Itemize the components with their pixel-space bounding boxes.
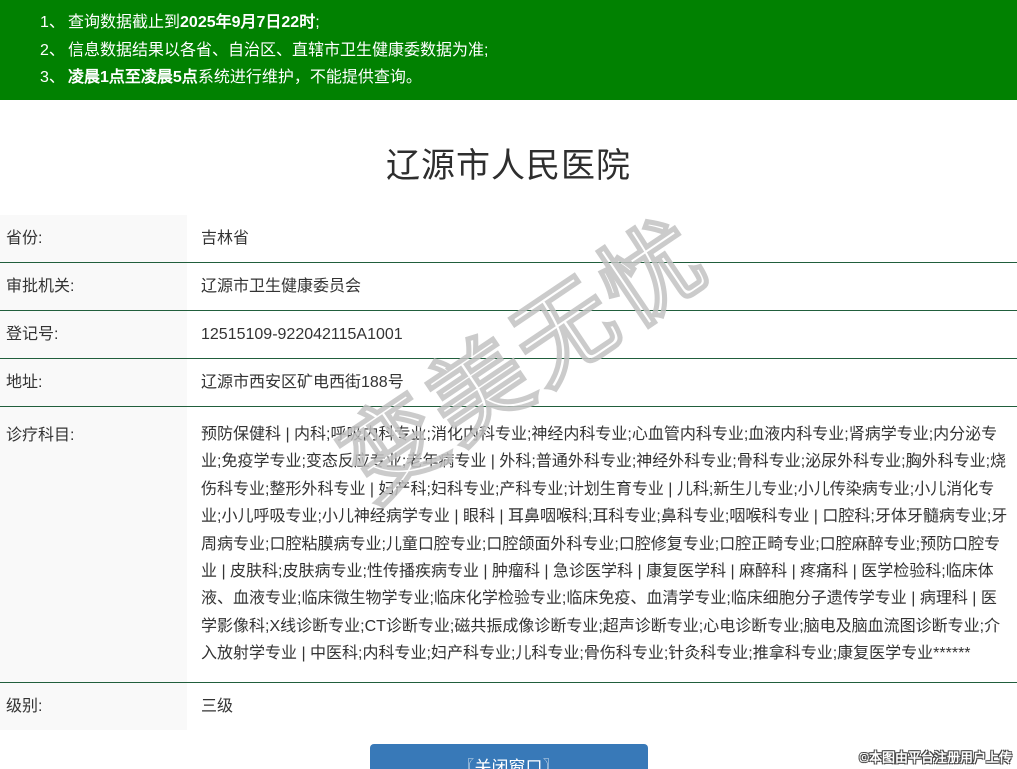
row-label: 地址: xyxy=(0,359,187,406)
notice-number: 1、 xyxy=(40,14,65,31)
row-value: 预防保健科 | 内科;呼吸内科专业;消化内科专业;神经内科专业;心血管内科专业;… xyxy=(201,426,1008,663)
notice-number: 2、 xyxy=(40,41,65,59)
notice-line: 1、 查询数据截止到2025年9月7日22时; xyxy=(40,9,1007,37)
close-window-button[interactable]: 〖关闭窗口〗 xyxy=(369,743,648,769)
notice-line: 2、 信息数据结果以各省、自治区、直辖市卫生健康委数据为准; xyxy=(40,37,1007,65)
notice-banner: 1、 查询数据截止到2025年9月7日22时; 2、 信息数据结果以各省、自治区、直… xyxy=(0,0,1017,100)
hospital-info-table: 省份: 吉林省 审批机关: 辽源市卫生健康委员会 登记号: 12515109-9… xyxy=(0,215,1017,730)
table-row-registration-number: 登记号: 12515109-922042115A1001 xyxy=(0,310,1017,358)
table-row-address: 地址: 辽源市西安区矿电西街188号 xyxy=(0,358,1017,406)
table-row-departments: 诊疗科目: 预防保健科 | 内科;呼吸内科专业;消化内科专业;神经内科专业;心血… xyxy=(0,406,1017,682)
row-label: 省份: xyxy=(0,215,187,262)
row-value: 辽源市西安区矿电西街188号 xyxy=(201,374,404,391)
notice-number: 3、 xyxy=(40,69,65,86)
row-value: 辽源市卫生健康委员会 xyxy=(201,278,362,295)
row-value: 12515109-922042115A1001 xyxy=(201,326,403,343)
table-row-approval-authority: 审批机关: 辽源市卫生健康委员会 xyxy=(0,262,1017,310)
row-value: 吉林省 xyxy=(201,230,250,247)
row-label: 级别: xyxy=(0,682,187,730)
page-title: 辽源市人民医院 xyxy=(386,147,631,185)
row-label: 审批机关: xyxy=(0,263,187,310)
row-value: 三级 xyxy=(201,697,234,715)
button-row: 〖关闭窗口〗 xyxy=(0,743,1017,769)
table-row-level: 级别: 三级 xyxy=(0,681,1017,730)
row-label: 诊疗科目: xyxy=(0,407,187,682)
notice-line: 3、 凌晨1点至凌晨5点系统进行维护，不能提供查询。 xyxy=(40,64,1007,92)
row-label: 登记号: xyxy=(0,311,187,358)
table-row-province: 省份: 吉林省 xyxy=(0,215,1017,262)
